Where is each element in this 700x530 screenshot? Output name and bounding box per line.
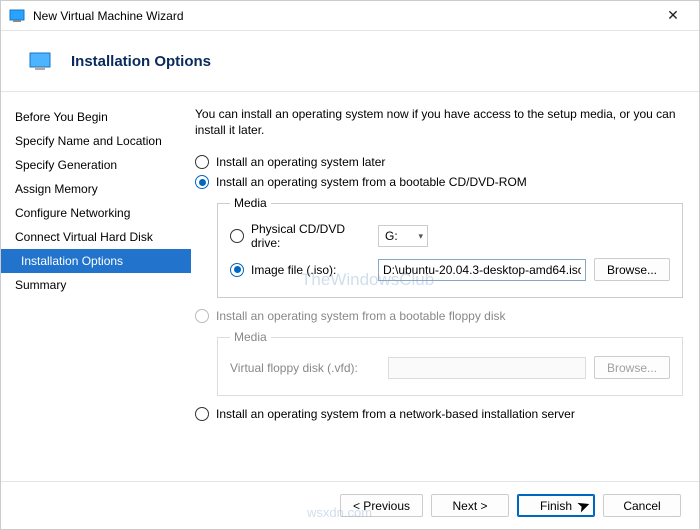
vfd-label: Virtual floppy disk (.vfd):: [230, 361, 358, 375]
sidebar-item-summary[interactable]: Summary: [1, 273, 191, 297]
sidebar-item-before-you-begin[interactable]: Before You Begin: [1, 105, 191, 129]
wizard-window: New Virtual Machine Wizard ✕ Installatio…: [0, 0, 700, 530]
wizard-header: Installation Options: [1, 31, 699, 91]
radio-physical-drive[interactable]: [230, 229, 244, 243]
chevron-down-icon: ▾: [418, 231, 423, 242]
option-install-floppy-label: Install an operating system from a boota…: [216, 309, 506, 323]
radio-install-floppy[interactable]: [195, 309, 209, 323]
physical-drive-select[interactable]: G: ▾: [378, 225, 428, 247]
sidebar-item-installation-options[interactable]: Installation Options: [1, 249, 191, 273]
finish-button[interactable]: Finish: [517, 494, 595, 517]
app-icon: [9, 8, 25, 24]
radio-install-cdrom[interactable]: [195, 175, 209, 189]
wizard-header-icon: [29, 50, 51, 72]
sidebar-item-specify-generation[interactable]: Specify Generation: [1, 153, 191, 177]
wizard-body: Before You Begin Specify Name and Locati…: [1, 92, 699, 481]
option-install-network[interactable]: Install an operating system from a netwo…: [195, 404, 683, 424]
radio-install-later[interactable]: [195, 155, 209, 169]
media-group-cdrom: Media Physical CD/DVD drive: G: ▾ Image …: [217, 196, 683, 298]
sidebar-item-configure-networking[interactable]: Configure Networking: [1, 201, 191, 225]
physical-drive-label: Physical CD/DVD drive:: [251, 222, 370, 250]
radio-image-file[interactable]: [230, 263, 244, 277]
wizard-sidebar: Before You Begin Specify Name and Locati…: [1, 92, 191, 481]
image-file-input[interactable]: [378, 259, 586, 281]
page-title: Installation Options: [71, 53, 211, 70]
browse-iso-button[interactable]: Browse...: [594, 258, 670, 281]
media-legend: Media: [230, 196, 271, 210]
sidebar-item-connect-virtual-hard-disk[interactable]: Connect Virtual Hard Disk: [1, 225, 191, 249]
option-install-later[interactable]: Install an operating system later: [195, 152, 683, 172]
radio-install-network[interactable]: [195, 407, 209, 421]
option-install-network-label: Install an operating system from a netwo…: [216, 407, 575, 421]
sidebar-item-specify-name-location[interactable]: Specify Name and Location: [1, 129, 191, 153]
option-install-later-label: Install an operating system later: [216, 155, 385, 169]
previous-button[interactable]: < Previous: [340, 494, 423, 517]
media-legend-floppy: Media: [230, 330, 271, 344]
media-group-floppy: Media Virtual floppy disk (.vfd): Browse…: [217, 330, 683, 396]
image-file-label: Image file (.iso):: [251, 263, 336, 277]
wizard-footer: < Previous Next > Finish Cancel: [1, 481, 699, 529]
sidebar-item-assign-memory[interactable]: Assign Memory: [1, 177, 191, 201]
option-install-cdrom-label: Install an operating system from a boota…: [216, 175, 527, 189]
titlebar: New Virtual Machine Wizard ✕: [1, 1, 699, 31]
window-title: New Virtual Machine Wizard: [33, 9, 651, 23]
vfd-input: [388, 357, 586, 379]
browse-vfd-button: Browse...: [594, 356, 670, 379]
wizard-content: You can install an operating system now …: [191, 92, 699, 481]
page-description: You can install an operating system now …: [195, 106, 683, 138]
physical-drive-value: G:: [385, 229, 398, 243]
cancel-button[interactable]: Cancel: [603, 494, 681, 517]
option-install-floppy[interactable]: Install an operating system from a boota…: [195, 306, 683, 326]
option-install-cdrom[interactable]: Install an operating system from a boota…: [195, 172, 683, 192]
close-icon: ✕: [667, 7, 679, 24]
next-button[interactable]: Next >: [431, 494, 509, 517]
close-button[interactable]: ✕: [651, 5, 695, 27]
